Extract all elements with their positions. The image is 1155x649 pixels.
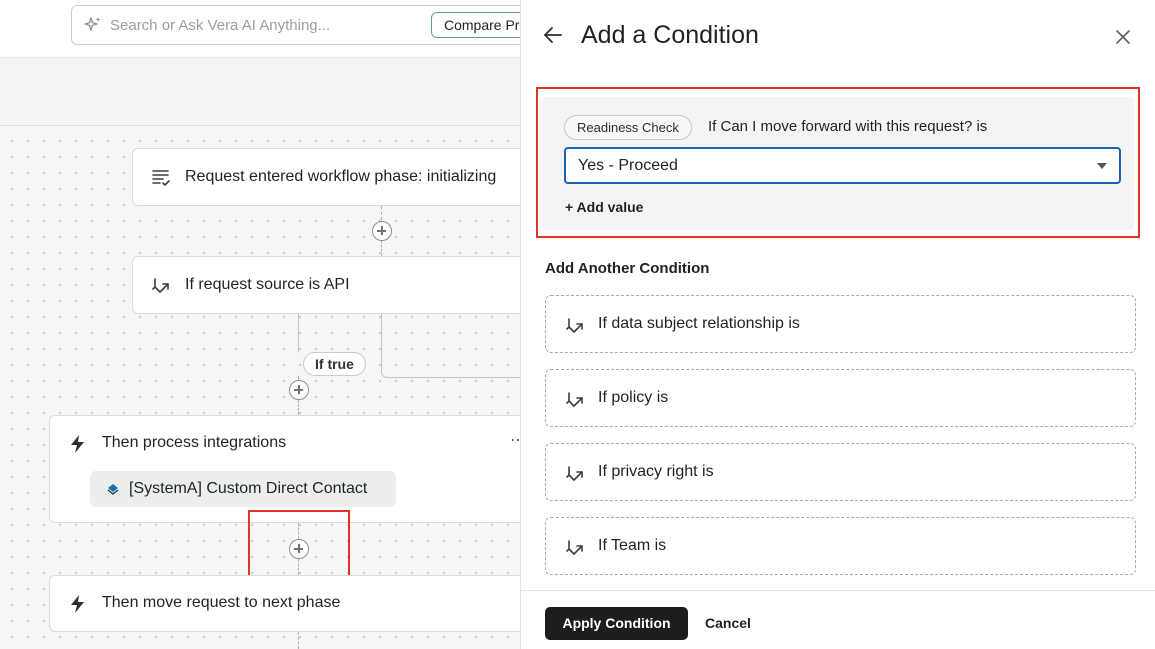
- connector-line: [381, 206, 382, 220]
- condition-option-label: If policy is: [598, 389, 669, 406]
- value-select[interactable]: Yes - Proceed: [564, 147, 1121, 184]
- selected-value: Yes - Proceed: [578, 157, 678, 174]
- integration-chip[interactable]: [SystemA] Custom Direct Contact: [90, 471, 396, 507]
- compare-button[interactable]: Compare Pr: [431, 12, 533, 38]
- caret-down-icon: [1097, 163, 1107, 169]
- condition-option[interactable]: If privacy right is: [545, 443, 1136, 501]
- workflow-node-action[interactable]: Then move request to next phase: [49, 575, 529, 632]
- canvas-toolbar: [0, 58, 520, 126]
- connector-line: [381, 240, 382, 256]
- condition-question: If Can I move forward with this request?…: [708, 118, 988, 135]
- integration-name: [SystemA] Custom Direct Contact: [129, 480, 368, 497]
- branch-icon: [566, 540, 583, 555]
- node-label: Then move request to next phase: [102, 594, 341, 611]
- search-placeholder: Search or Ask Vera AI Anything...: [110, 17, 331, 34]
- node-label: Then process integrations: [102, 434, 287, 451]
- condition-option[interactable]: If policy is: [545, 369, 1136, 427]
- condition-option-label: If privacy right is: [598, 463, 714, 480]
- workflow-node-condition[interactable]: If request source is API: [132, 256, 532, 314]
- workflow-node-trigger[interactable]: Request entered workflow phase: initiali…: [132, 148, 532, 206]
- condition-option[interactable]: If data subject relationship is: [545, 295, 1136, 353]
- sparkle-icon: [84, 17, 101, 31]
- add-step-button[interactable]: [289, 380, 309, 400]
- highlight-box: Readiness Check If Can I move forward wi…: [536, 87, 1140, 238]
- add-condition-drawer: Add a Condition Readiness Check If Can I…: [520, 0, 1155, 649]
- condition-option-label: If Team is: [598, 537, 667, 554]
- condition-option[interactable]: If Team is: [545, 517, 1136, 575]
- cancel-button[interactable]: Cancel: [705, 615, 751, 631]
- branch-icon: [566, 392, 583, 407]
- branch-line: [298, 314, 299, 352]
- lightning-icon: [71, 435, 84, 453]
- add-value-link[interactable]: + Add value: [565, 199, 643, 215]
- close-icon[interactable]: [1115, 29, 1131, 45]
- node-label: If request source is API: [185, 276, 350, 293]
- add-step-button[interactable]: [372, 221, 392, 241]
- drawer-footer: Apply Condition Cancel: [521, 590, 1155, 649]
- connector-line: [298, 632, 299, 649]
- condition-option-label: If data subject relationship is: [598, 315, 800, 332]
- top-bar: Search or Ask Vera AI Anything... Compar…: [0, 0, 541, 58]
- integration-logo-icon: [107, 484, 119, 495]
- variable-chip[interactable]: Readiness Check: [564, 115, 692, 140]
- branch-line: [381, 314, 521, 378]
- list-check-icon: [152, 170, 170, 187]
- if-true-badge: If true: [303, 352, 366, 376]
- drawer-title: Add a Condition: [581, 21, 759, 49]
- node-label: Request entered workflow phase: initiali…: [185, 168, 497, 185]
- branch-icon: [152, 278, 169, 293]
- connector-line: [298, 400, 299, 415]
- branch-icon: [566, 466, 583, 481]
- condition-editor: Readiness Check If Can I move forward wi…: [542, 97, 1134, 230]
- back-arrow-icon[interactable]: [543, 26, 563, 44]
- add-another-heading: Add Another Condition: [545, 260, 710, 277]
- apply-condition-button[interactable]: Apply Condition: [545, 607, 688, 640]
- branch-icon: [566, 318, 583, 333]
- lightning-icon: [71, 595, 84, 613]
